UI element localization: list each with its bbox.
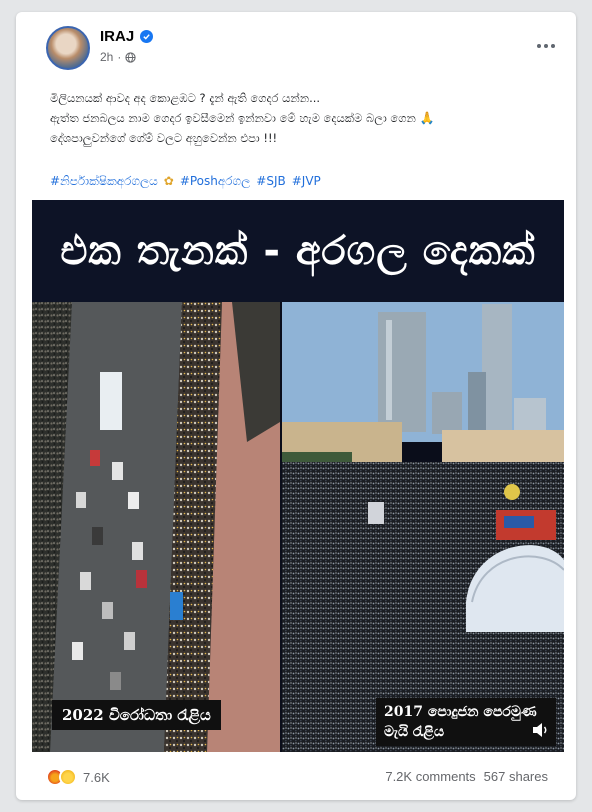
banner-title: එක තැනක් - අරගල දෙකක් [60, 228, 536, 274]
hashtag-link[interactable]: #Poshඅරගල [180, 174, 250, 189]
globe-icon [125, 51, 136, 63]
photo-left-street-protest: 2022 විරෝධතා රැළිය [32, 302, 280, 752]
right-caption: 2017 පොදුජන පෙරමුණ මැයි රැළිය [376, 698, 556, 746]
left-caption: 2022 විරෝධතා රැළිය [52, 700, 221, 730]
comments-link[interactable]: 7.2K comments [385, 769, 475, 784]
post-time[interactable]: 2h [100, 50, 113, 64]
photo-right-may-rally: 2017 පොදුජන පෙරමුණ මැයි රැළිය [282, 302, 564, 752]
reactions-summary[interactable]: 7.6K [46, 768, 110, 786]
more-options-button[interactable] [534, 36, 558, 56]
image-banner: එක තැනක් - අරගල දෙකක් [32, 200, 564, 302]
author-name[interactable]: IRAJ [100, 28, 134, 45]
more-icon-dot [537, 44, 541, 48]
hashtag-link[interactable]: #JVP [292, 174, 321, 189]
more-icon-dot [551, 44, 555, 48]
post-text-line: ඇත්ත ජනබලය නාම ගෙදර ඉවසීමෙන් ඉන්නවා මේ හ… [50, 108, 560, 128]
hashtag-link[interactable]: #නිර්පාක්ෂිකඅරගලය [50, 174, 158, 189]
verified-icon [140, 30, 154, 43]
reaction-icons [46, 768, 77, 786]
shares-link[interactable]: 567 shares [484, 769, 548, 784]
post-card: IRAJ 2h · මිලියනයක් ආවද අද කොළඹට ? දැන් … [16, 12, 576, 800]
flower-icon: ✿ [163, 174, 174, 188]
post-text: මිලියනයක් ආවද අද කොළඹට ? දැන් ඇති ගෙදර ය… [50, 88, 560, 148]
post-image[interactable]: එක තැනක් - අරගල දෙකක් 2022 විරෝධතා රැළිය… [32, 200, 564, 752]
engagement-stats: 7.2K comments 567 shares [385, 769, 548, 784]
avatar[interactable] [46, 26, 90, 70]
pray-icon: 🙏 [419, 111, 435, 125]
reactions-count: 7.6K [83, 769, 110, 785]
hashtags: #නිර්පාක්ෂිකඅරගලය ✿ #Poshඅරගල #SJB #JVP [50, 174, 321, 189]
post-meta: 2h · [100, 50, 136, 64]
post-text-line: මිලියනයක් ආවද අද කොළඹට ? දැන් ඇති ගෙදර ය… [50, 91, 321, 105]
speaker-icon[interactable] [532, 722, 550, 738]
haha-icon [59, 768, 77, 786]
post-text-segment: ඇත්ත ජනබලය නාම ගෙදර ඉවසීමෙන් ඉන්නවා මේ හ… [50, 111, 416, 125]
more-icon-dot [544, 44, 548, 48]
separator-dot: · [117, 50, 122, 64]
hashtag-link[interactable]: #SJB [256, 174, 285, 189]
author-row: IRAJ [100, 28, 154, 45]
post-text-line: දේශපාලුවන්ගේ ගේම් වලට අහුවෙන්න එපා !!! [50, 131, 278, 145]
